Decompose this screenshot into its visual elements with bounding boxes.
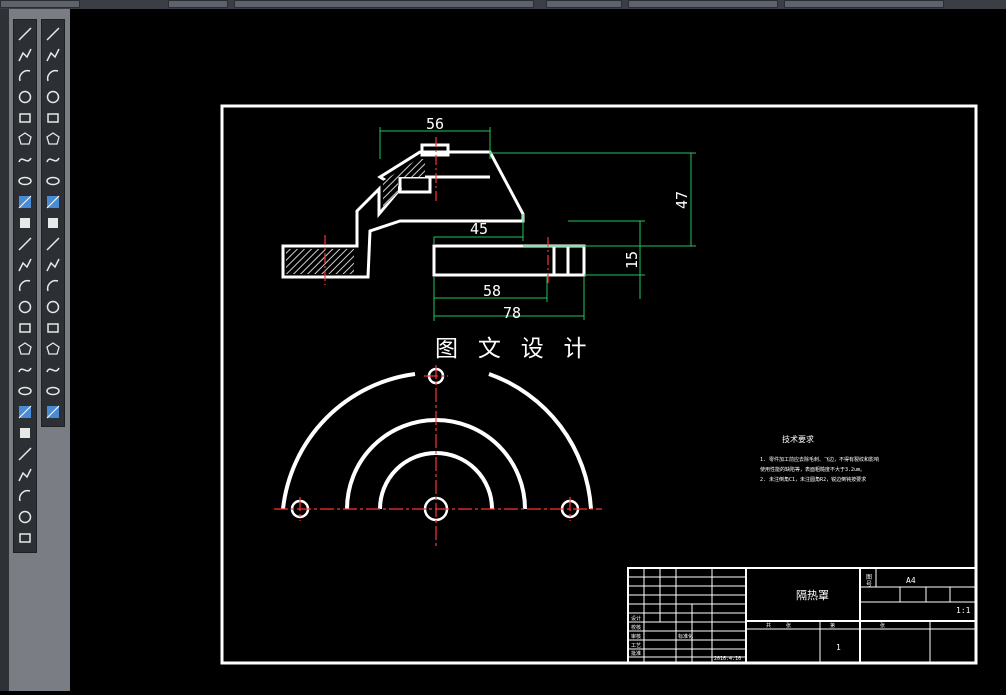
layer-combo[interactable] <box>234 0 534 8</box>
scale-icon[interactable] <box>42 171 64 191</box>
rectangle-icon[interactable] <box>14 108 36 128</box>
polygon-icon[interactable] <box>14 129 36 149</box>
spline-icon[interactable] <box>14 150 36 170</box>
tech-line-3: 2. 未注倒角C1，未注圆角R2，锐边倒钝按要求 <box>760 476 866 483</box>
left-edge-strip <box>0 9 9 691</box>
plan-view <box>281 367 593 522</box>
quantity-value: 1 <box>836 643 841 652</box>
mirror-icon[interactable] <box>42 66 64 86</box>
plan-centerlines <box>274 365 602 549</box>
join-icon[interactable] <box>42 276 64 296</box>
mtext-icon[interactable] <box>14 423 36 443</box>
watermark-text: 图 文 设 计 <box>435 336 590 362</box>
rotate-icon[interactable] <box>42 150 64 170</box>
title-header-cell: 张 <box>880 622 885 629</box>
title-header-cell: 第 <box>830 622 835 629</box>
dim-78: 78 <box>503 304 521 322</box>
dim-56: 56 <box>426 115 444 133</box>
menu-tab[interactable] <box>0 0 80 8</box>
block-icon[interactable] <box>14 276 36 296</box>
circle-icon[interactable] <box>14 87 36 107</box>
title-header-cell: 张 <box>786 622 791 629</box>
measure-icon[interactable] <box>14 507 36 527</box>
region-icon[interactable] <box>14 213 36 233</box>
tb-date: 2016.4.10 <box>714 656 741 662</box>
layer-dropdown[interactable] <box>168 0 228 8</box>
edit-icon[interactable] <box>42 360 64 380</box>
drawing-frame <box>220 104 978 665</box>
xline-icon[interactable] <box>14 381 36 401</box>
insert-icon[interactable] <box>14 444 36 464</box>
title-header-cell: 图 <box>866 574 872 581</box>
wipeout-icon[interactable] <box>14 360 36 380</box>
tech-title: 技术要求 <box>782 434 814 444</box>
linetype-combo[interactable] <box>628 0 778 8</box>
drawing-svg: 56 45 58 78 47 15 图 文 设 计 技术要求 1. 零件加工前应… <box>220 104 978 665</box>
tb-label: 批准 <box>631 650 641 657</box>
dim-58: 58 <box>483 282 501 300</box>
scale-value: 1:1 <box>956 606 971 615</box>
part-name: 隔热罩 <box>796 589 829 602</box>
stretch-icon[interactable] <box>42 192 64 212</box>
lineweight-combo[interactable] <box>784 0 944 8</box>
offset-icon[interactable] <box>42 87 64 107</box>
boundary-icon[interactable] <box>14 528 36 548</box>
tb-label: 工艺 <box>631 643 641 649</box>
dimension-texts: 56 45 58 78 47 15 <box>426 115 691 322</box>
tech-line-1: 1. 零件加工前应去除毛刺、飞边，不得有裂纹和影响 <box>760 456 879 463</box>
draw-toolbar <box>13 19 37 553</box>
tb-label: 审核 <box>631 633 641 640</box>
trim-icon[interactable] <box>42 213 64 233</box>
line-icon[interactable] <box>14 24 36 44</box>
dim-45: 45 <box>470 220 488 238</box>
divide-icon[interactable] <box>14 486 36 506</box>
break-icon[interactable] <box>42 255 64 275</box>
extend-icon[interactable] <box>42 234 64 254</box>
fillet-icon[interactable] <box>42 318 64 338</box>
title-header-cell: 共 <box>766 622 771 629</box>
move-icon[interactable] <box>42 129 64 149</box>
ellipse-icon[interactable] <box>14 171 36 191</box>
revcloud-icon[interactable] <box>14 339 36 359</box>
toolbar-area <box>9 9 70 691</box>
blend-icon[interactable] <box>42 381 64 401</box>
construction-icon[interactable] <box>14 465 36 485</box>
table-icon[interactable] <box>14 234 36 254</box>
hatch-icon[interactable] <box>14 192 36 212</box>
tb-label: 设计 <box>631 615 641 622</box>
point-icon[interactable] <box>14 297 36 317</box>
title-block <box>627 567 977 664</box>
sheet-label: A4 <box>906 576 916 585</box>
erase-icon[interactable] <box>42 24 64 44</box>
chamfer-icon[interactable] <box>42 297 64 317</box>
polyline-icon[interactable] <box>14 45 36 65</box>
tech-requirements: 技术要求 1. 零件加工前应去除毛刺、飞边，不得有裂纹和影响 使用性能的缺陷等，… <box>760 434 879 483</box>
copy-icon[interactable] <box>42 45 64 65</box>
gradient-icon[interactable] <box>14 318 36 338</box>
drawing-canvas[interactable]: 56 45 58 78 47 15 图 文 设 计 技术要求 1. 零件加工前应… <box>70 9 1006 691</box>
modify-toolbar <box>41 19 65 427</box>
arc-icon[interactable] <box>14 66 36 86</box>
color-combo[interactable] <box>546 0 622 8</box>
ray-icon[interactable] <box>14 402 36 422</box>
tb-label: 标准化 <box>678 633 693 640</box>
array-icon[interactable] <box>42 108 64 128</box>
title-header-cell: 号 <box>866 581 872 588</box>
3d-icon[interactable] <box>42 402 64 422</box>
tb-label: 校核 <box>631 624 641 631</box>
dim-47: 47 <box>673 191 691 209</box>
text-icon[interactable] <box>14 255 36 275</box>
explode-icon[interactable] <box>42 339 64 359</box>
tech-line-2: 使用性能的缺陷等，表面粗糙度不大于3.2um。 <box>760 466 865 473</box>
dim-15: 15 <box>623 251 641 269</box>
